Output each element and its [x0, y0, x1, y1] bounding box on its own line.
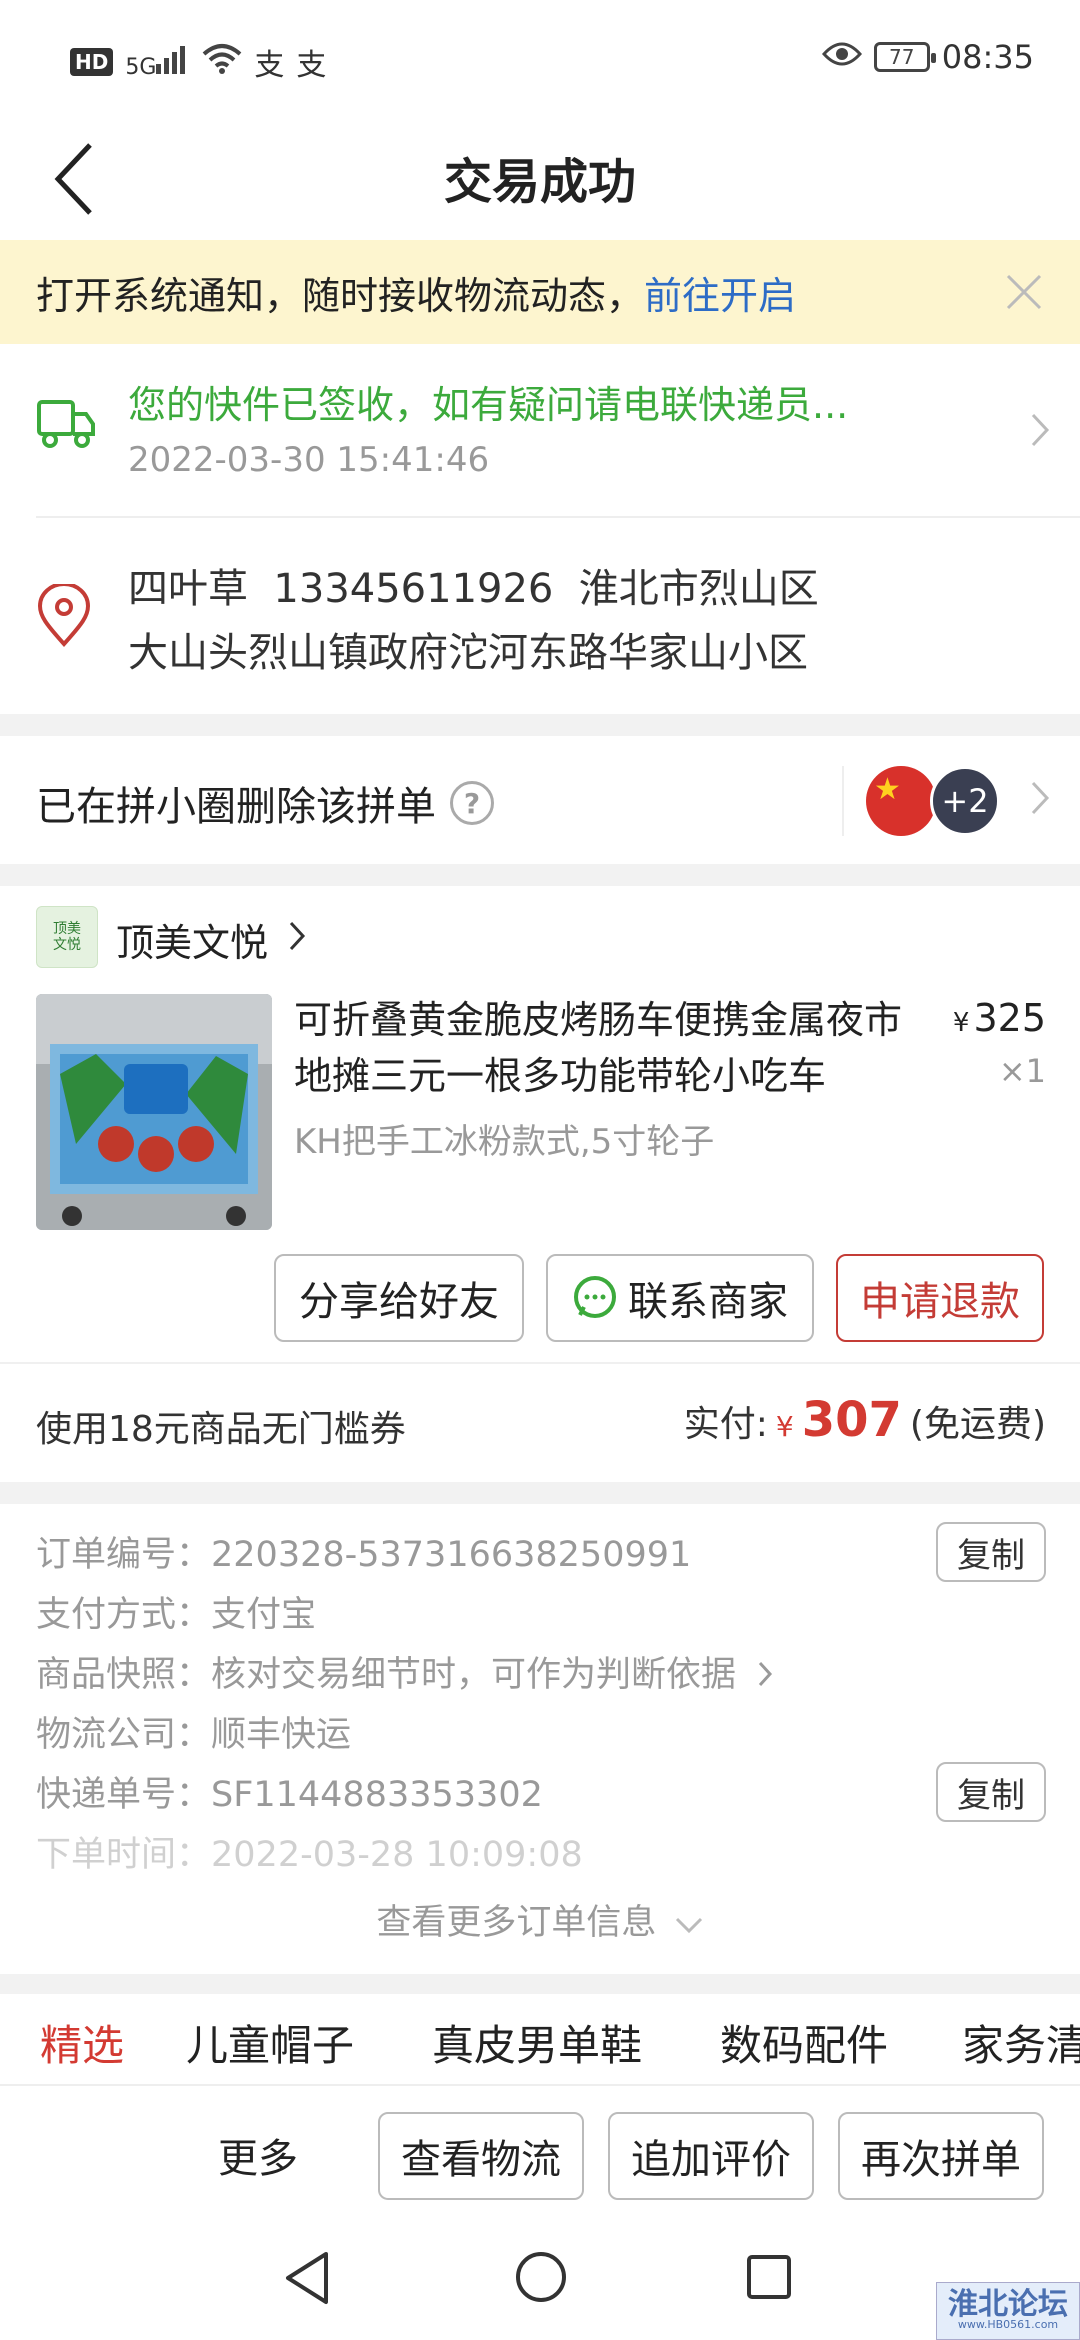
product-spec: KH把手工冰粉款式,5寸轮子	[294, 1122, 715, 1162]
system-nav-bar: 淮北论坛 www.HB0561.com	[0, 2224, 1080, 2340]
notification-banner: 打开系统通知，随时接收物流动态， 前往开启	[0, 240, 1080, 344]
more-button[interactable]: 更多	[218, 2126, 298, 2184]
signal-icon: 5G	[125, 44, 190, 80]
truck-icon	[37, 400, 95, 448]
close-icon	[1006, 274, 1042, 310]
payment-method-row: 支付方式：支付宝	[36, 1595, 317, 1635]
nav-home-icon[interactable]	[514, 2250, 568, 2304]
chevron-right-icon	[289, 921, 306, 951]
view-logistics-button[interactable]: 查看物流	[378, 2112, 584, 2200]
product-title[interactable]: 可折叠黄金脆皮烤肠车便携金属夜市地摊三元一根多功能带轮小吃车	[294, 992, 924, 1104]
clock: 08:35	[941, 38, 1034, 76]
shop-logo[interactable]: 顶美 文悦	[36, 906, 98, 968]
product-price: ¥325	[952, 996, 1046, 1040]
star-icon: ★	[874, 772, 901, 807]
contact-merchant-button[interactable]: 联系商家	[546, 1254, 814, 1342]
chevron-right-icon	[759, 1661, 773, 1687]
avatar: ★	[866, 766, 936, 836]
tab-kids-hats[interactable]: 儿童帽子	[186, 2012, 354, 2073]
product-quantity: ×1	[998, 1052, 1046, 1090]
copy-tracking-number-button[interactable]: 复制	[936, 1762, 1046, 1822]
recommend-tabs: 精选 儿童帽子 真皮男单鞋 数码配件 家务清	[0, 1994, 1080, 2084]
app-header: 交易成功	[0, 120, 1080, 240]
tab-leather-shoes[interactable]: 真皮男单鞋	[432, 2012, 642, 2073]
hd-indicator: HD	[70, 48, 114, 76]
refund-button[interactable]: 申请退款	[836, 1254, 1044, 1342]
close-banner-button[interactable]	[998, 266, 1050, 318]
group-label: 已在拼小圈删除该拼单	[36, 784, 436, 830]
tab-digital-accessories[interactable]: 数码配件	[720, 2012, 888, 2073]
help-icon[interactable]: ?	[450, 781, 494, 825]
chevron-right-icon	[1031, 781, 1050, 815]
chat-icon	[574, 1276, 616, 1318]
page-title: 交易成功	[443, 154, 636, 210]
avatar-more-count: +2	[930, 766, 1000, 836]
bottom-action-bar: 更多 查看物流 追加评价 再次拼单	[0, 2084, 1080, 2224]
app-notification-icon: 支	[254, 48, 285, 83]
tab-selected[interactable]: 精选	[40, 2012, 124, 2073]
divider	[36, 516, 1080, 518]
product-thumbnail[interactable]	[36, 994, 272, 1230]
rebuy-button[interactable]: 再次拼单	[838, 2112, 1044, 2200]
chevron-down-icon	[675, 1917, 702, 1934]
delivery-message: 您的快件已签收，如有疑问请电联快递员...	[128, 383, 849, 427]
enable-notification-link[interactable]: 前往开启	[644, 265, 796, 320]
payment-summary: 使用18元商品无门槛券 实付: ¥ 307 (免运费)	[0, 1362, 1080, 1482]
address-contact: 四叶草 13345611926 淮北市烈山区	[128, 566, 819, 612]
order-detail-page: HD 5G 支 支 77 08:35 交易成功 打开系统通知，随时接收物流动态，…	[0, 0, 1080, 2340]
delivery-time: 2022-03-30 15:41:46	[128, 440, 490, 480]
status-bar: HD 5G 支 支 77 08:35	[0, 0, 1080, 120]
nav-back-icon[interactable]	[282, 2250, 332, 2306]
shop-name-link[interactable]: 顶美文悦	[116, 912, 268, 967]
tab-housework[interactable]: 家务清	[962, 2012, 1080, 2073]
share-button[interactable]: 分享给好友	[274, 1254, 524, 1342]
tracking-number-row: 快递单号：SF1144883353302	[36, 1775, 543, 1815]
location-pin-icon	[37, 584, 91, 647]
app-notification-icon: 支	[296, 48, 327, 83]
delivery-card: 您的快件已签收，如有疑问请电联快递员... 2022-03-30 15:41:4…	[0, 344, 1080, 714]
group-order-row[interactable]: 已在拼小圈删除该拼单 ? ★ +2	[0, 736, 1080, 864]
wifi-icon	[202, 42, 242, 82]
copy-order-number-button[interactable]: 复制	[936, 1522, 1046, 1582]
paid-value: 307	[801, 1392, 902, 1448]
address-detail: 大山头烈山镇政府沱河东路华家山小区	[128, 630, 808, 676]
coupon-text: 使用18元商品无门槛券	[36, 1409, 406, 1450]
battery-icon: 77	[873, 42, 936, 72]
order-card: 顶美 文悦 顶美文悦 可折叠黄金脆皮烤肠车便携金属夜市地摊三元一根多功能带轮小吃…	[0, 886, 1080, 1362]
watermark-logo: 淮北论坛 www.HB0561.com	[936, 2282, 1080, 2340]
divider	[842, 766, 844, 836]
logistics-company-row: 物流公司：顺丰快运	[36, 1715, 352, 1755]
shipping-note: (免运费)	[909, 1404, 1046, 1445]
paid-amount: 实付: ¥ 307 (免运费)	[683, 1392, 1046, 1448]
notice-text: 打开系统通知，随时接收物流动态，	[36, 273, 645, 318]
chevron-right-icon	[1031, 413, 1050, 447]
paid-label: 实付:	[683, 1404, 768, 1445]
contact-label: 联系商家	[628, 1279, 788, 1325]
product-image	[36, 994, 272, 1230]
nav-recent-apps-icon[interactable]	[746, 2254, 792, 2300]
more-order-info-button[interactable]: 查看更多订单信息	[0, 1894, 1080, 1945]
snapshot-row[interactable]: 商品快照：核对交易细节时，可作为判断依据	[36, 1646, 773, 1697]
order-time-row: 下单时间：2022-03-28 10:09:08	[36, 1835, 583, 1875]
order-number-row: 订单编号：220328-537316638250991	[36, 1535, 692, 1575]
add-review-button[interactable]: 追加评价	[608, 2112, 814, 2200]
order-info-card: 订单编号：220328-537316638250991 复制 支付方式：支付宝 …	[0, 1504, 1080, 1974]
eye-icon	[821, 38, 862, 76]
